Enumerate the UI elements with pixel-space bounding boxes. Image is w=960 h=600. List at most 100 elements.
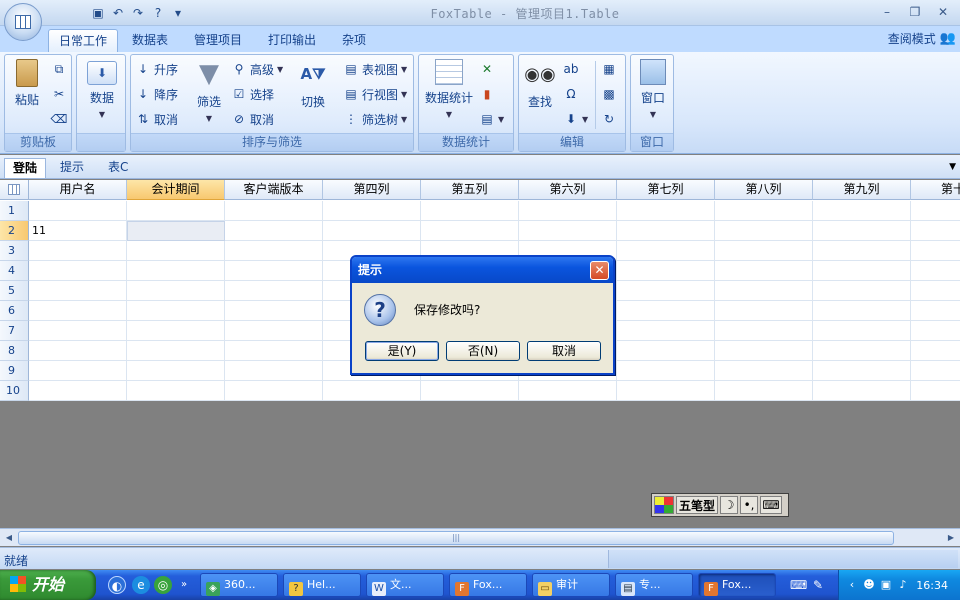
row-header[interactable]: 6 <box>0 301 29 321</box>
customize-qat-icon[interactable]: ▾ <box>170 5 186 21</box>
cut-button[interactable]: ✂ <box>51 84 67 104</box>
tray-expand-icon[interactable]: ‹ <box>845 578 859 592</box>
minimize-button[interactable]: – <box>878 3 896 21</box>
row-header[interactable]: 8 <box>0 341 29 361</box>
column-header[interactable]: 客户端版本 <box>225 180 323 200</box>
network-icon[interactable]: ▣ <box>879 578 893 592</box>
row-header[interactable]: 4 <box>0 261 29 281</box>
undo-icon[interactable]: ↶ <box>110 5 126 21</box>
sort-asc-button[interactable]: ↓ 升序 <box>135 59 178 79</box>
data-button[interactable]: ⬇ 数据 ▼ <box>82 61 122 120</box>
task-foxtable-2[interactable]: F Fox... <box>698 573 776 597</box>
window-button[interactable]: 窗口 ▼ <box>633 59 673 120</box>
chart-button[interactable]: ▮ <box>479 84 495 104</box>
start-button[interactable]: 开始 <box>0 570 96 600</box>
volume-icon[interactable]: ♪ <box>896 578 910 592</box>
column-header[interactable]: 第七列 <box>617 180 715 200</box>
dialog-close-button[interactable]: ✕ <box>590 261 609 280</box>
task-360[interactable]: ◈ 360... <box>200 573 278 597</box>
keyboard-icon[interactable]: ⌨ <box>790 576 807 594</box>
column-header[interactable]: 第六列 <box>519 180 617 200</box>
column-header[interactable]: 用户名 <box>29 180 127 200</box>
grid-cell-active[interactable] <box>127 221 225 241</box>
symbol-button[interactable]: Ω <box>563 84 579 104</box>
task-special[interactable]: ▤ 专... <box>615 573 693 597</box>
qq-icon[interactable]: ☻ <box>862 578 876 592</box>
column-header[interactable]: 第九列 <box>813 180 911 200</box>
column-header[interactable]: 第八列 <box>715 180 813 200</box>
replace-button[interactable]: ab <box>563 59 579 79</box>
statistics-button[interactable]: 数据统计 ▼ <box>421 59 477 120</box>
sheet-tab-login[interactable]: 登陆 <box>4 158 47 178</box>
restore-button[interactable]: ❐ <box>906 3 924 21</box>
soft-keyboard-icon[interactable]: ⌨ <box>760 496 783 514</box>
cancel-sort-button[interactable]: ⇅ 取消 <box>135 109 178 129</box>
column-header-selected[interactable]: 会计期间 <box>127 180 225 200</box>
tab-misc[interactable]: 杂项 <box>332 29 376 52</box>
row-header[interactable]: 1 <box>0 201 29 221</box>
column-header[interactable]: 第五列 <box>421 180 519 200</box>
column-header[interactable]: 第四列 <box>323 180 421 200</box>
select-filter-button[interactable]: ☑ 选择 <box>231 84 274 104</box>
refresh-button[interactable]: ↻ <box>601 109 617 129</box>
grid-cell-username[interactable]: 11 <box>29 221 127 241</box>
row-header-selected[interactable]: 2 <box>0 221 29 241</box>
row-header[interactable]: 10 <box>0 381 29 401</box>
grid-corner[interactable] <box>0 180 29 200</box>
punctuation-icon[interactable]: •, <box>740 496 759 514</box>
browser-icon[interactable]: ◎ <box>154 576 172 594</box>
internet-explorer-icon[interactable]: e <box>132 576 150 594</box>
redo-icon[interactable]: ↷ <box>130 5 146 21</box>
advanced-filter-button[interactable]: ⚲ 高级 ▼ <box>231 59 284 79</box>
stats-more-button[interactable]: ▤ ▼ <box>479 109 504 129</box>
task-audit[interactable]: ▭ 审计 <box>532 573 610 597</box>
copy-button[interactable]: ⧉ <box>51 59 67 79</box>
view-mode[interactable]: 查阅模式 👥 <box>888 30 956 47</box>
export-excel-button[interactable]: ✕ <box>479 59 495 79</box>
row-header[interactable]: 5 <box>0 281 29 301</box>
row-header[interactable]: 3 <box>0 241 29 261</box>
sort-desc-button[interactable]: ↓ 降序 <box>135 84 178 104</box>
filter-button[interactable]: ▼ 筛选 ▼ <box>189 59 229 124</box>
scroll-right-icon[interactable]: ▶ <box>944 531 958 545</box>
help-icon[interactable]: ? <box>150 5 166 21</box>
sheet-tab-c[interactable]: 表C <box>100 158 136 178</box>
close-button[interactable]: ✕ <box>934 3 952 21</box>
horizontal-scrollbar[interactable]: ◀ ||| ▶ <box>0 528 960 546</box>
row-view-button[interactable]: ▤ 行视图 ▼ <box>343 84 407 104</box>
row-header[interactable]: 9 <box>0 361 29 381</box>
paste-button[interactable]: 粘贴 <box>7 59 47 108</box>
grid-button[interactable]: ▦ <box>601 59 617 79</box>
ime-mode-button[interactable]: 五笔型 <box>676 496 719 514</box>
scroll-left-icon[interactable]: ◀ <box>2 531 16 545</box>
table-view-button[interactable]: ▤ 表视图 ▼ <box>343 59 407 79</box>
filter-tree-button[interactable]: ⋮ 筛选树 ▼ <box>343 109 407 129</box>
row-header[interactable]: 7 <box>0 321 29 341</box>
sheet-list-dropdown-icon[interactable]: ▼ <box>949 162 956 172</box>
cancel-button[interactable]: 取消 <box>527 341 601 361</box>
half-width-icon[interactable]: ☽ <box>720 496 739 514</box>
yes-button[interactable]: 是(Y) <box>365 341 439 361</box>
more-quicklaunch-icon[interactable]: » <box>178 576 190 594</box>
fill-button[interactable]: ⬇ ▼ <box>563 109 588 129</box>
task-foxtable-1[interactable]: F Fox... <box>449 573 527 597</box>
tab-print-output[interactable]: 打印输出 <box>258 29 326 52</box>
format-painter-button[interactable]: ⌫ <box>51 109 68 129</box>
save-icon[interactable]: ▣ <box>90 5 106 21</box>
switch-button[interactable]: A⧩ 切换 <box>295 59 331 110</box>
task-document[interactable]: W 文... <box>366 573 444 597</box>
pen-icon[interactable]: ✎ <box>810 576 826 594</box>
sheet-tab-hint[interactable]: 提示 <box>52 158 92 178</box>
freeze-button[interactable]: ▩ <box>601 84 617 104</box>
tab-data-table[interactable]: 数据表 <box>122 29 178 52</box>
application-menu-button[interactable] <box>4 3 42 41</box>
cancel-filter-button[interactable]: ⊘ 取消 <box>231 109 274 129</box>
column-header[interactable]: 第十 <box>911 180 960 200</box>
tab-manage-project[interactable]: 管理项目 <box>184 29 252 52</box>
no-button[interactable]: 否(N) <box>446 341 520 361</box>
ime-logo-icon[interactable] <box>654 496 674 514</box>
quicklaunch-app-icon[interactable]: ◐ <box>108 576 126 594</box>
task-help[interactable]: ? Hel... <box>283 573 361 597</box>
scroll-thumb[interactable]: ||| <box>18 531 894 545</box>
find-button[interactable]: ◉◉ 查找 <box>521 59 559 110</box>
